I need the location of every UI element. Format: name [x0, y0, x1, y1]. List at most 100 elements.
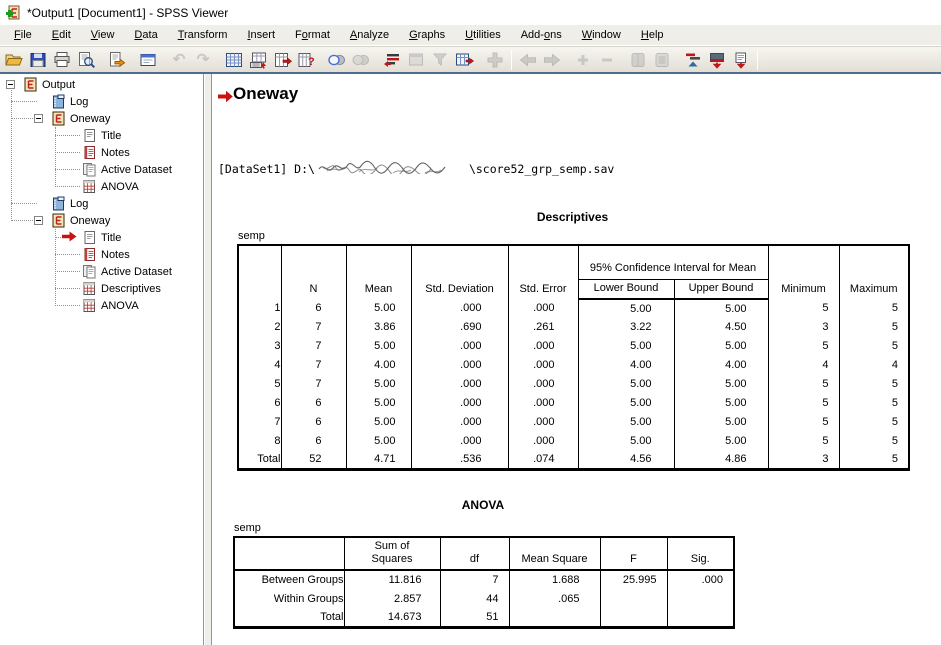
- insert-text-icon[interactable]: [729, 49, 753, 71]
- window-title: *Output1 [Document1] - SPSS Viewer: [27, 6, 228, 20]
- goto-case-icon[interactable]: [246, 49, 270, 71]
- hide-results-icon[interactable]: [650, 49, 674, 71]
- tree-item-active-dataset-2[interactable]: Active Dataset: [0, 263, 203, 280]
- expand-icon[interactable]: [571, 49, 595, 71]
- navigate-left-icon[interactable]: [516, 49, 540, 71]
- col-header-sig: Sig.: [667, 537, 734, 570]
- filter-icon[interactable]: [428, 49, 452, 71]
- menu-addons[interactable]: Add-ons: [511, 26, 572, 44]
- menu-insert[interactable]: Insert: [237, 26, 285, 44]
- tree-item-descriptives[interactable]: Descriptives: [0, 280, 203, 297]
- cell: .000: [508, 413, 578, 432]
- menu-help[interactable]: Help: [631, 26, 674, 44]
- tree-item-log-1[interactable]: Log: [0, 93, 203, 110]
- menu-utilities[interactable]: Utilities: [455, 26, 511, 44]
- descriptives-table[interactable]: N Mean Std. Deviation Std. Error 95% Con…: [237, 244, 910, 471]
- cell: 5.00: [674, 394, 768, 413]
- recall-dialogs-icon[interactable]: [136, 49, 160, 71]
- cell: 5: [768, 337, 839, 356]
- tree-item-anova-1[interactable]: ANOVA: [0, 178, 203, 195]
- open-file-icon[interactable]: [2, 49, 26, 71]
- export-icon[interactable]: [105, 49, 129, 71]
- tree-item-title-2-current[interactable]: Title: [0, 229, 203, 246]
- insert-heading-icon[interactable]: [705, 49, 729, 71]
- menu-window[interactable]: Window: [572, 26, 631, 44]
- table-row: Total 14.673 51: [234, 608, 734, 627]
- cell: 5: [768, 394, 839, 413]
- cell: .000: [667, 570, 734, 589]
- log-icon: [51, 196, 66, 211]
- tree-item-oneway-1[interactable]: Oneway: [0, 110, 203, 127]
- menu-graphs[interactable]: Graphs: [399, 26, 455, 44]
- tree-item-oneway-2[interactable]: Oneway: [0, 212, 203, 229]
- col-header-std-deviation: Std. Deviation: [411, 245, 508, 299]
- toolbar: ↶ ↷ ?: [0, 46, 941, 72]
- dialog-circles-icon[interactable]: [325, 49, 349, 71]
- cell: 5: [839, 432, 909, 451]
- undo-icon[interactable]: ↶: [167, 49, 191, 71]
- cell: 3: [768, 318, 839, 337]
- select-last-output-icon[interactable]: [380, 49, 404, 71]
- output-heading[interactable]: Oneway: [233, 84, 298, 104]
- row-label: 8: [238, 432, 281, 451]
- menu-analyze[interactable]: Analyze: [340, 26, 399, 44]
- anova-table[interactable]: Sum of Squares df Mean Square F Sig. Bet…: [233, 536, 735, 629]
- variables-icon[interactable]: [270, 49, 294, 71]
- tree-item-active-dataset-1[interactable]: Active Dataset: [0, 161, 203, 178]
- goto-data-icon[interactable]: [222, 49, 246, 71]
- collapse-box-icon[interactable]: [34, 114, 43, 123]
- log-icon: [51, 94, 66, 109]
- row-label: Within Groups: [234, 589, 344, 608]
- cell: .000: [508, 299, 578, 318]
- table-row: 6 6 5.00 .000 .000 5.00 5.00 5 5: [238, 394, 909, 413]
- tree-item-log-2[interactable]: Log: [0, 195, 203, 212]
- table-row: 5 7 5.00 .000 .000 5.00 5.00 5 5: [238, 375, 909, 394]
- row-label: Between Groups: [234, 570, 344, 589]
- cell: .000: [411, 375, 508, 394]
- print-icon[interactable]: [50, 49, 74, 71]
- cell: .000: [508, 394, 578, 413]
- designate-window-icon[interactable]: [404, 49, 428, 71]
- title-page-icon: [82, 230, 97, 245]
- find-icon[interactable]: ?: [294, 49, 318, 71]
- menu-file[interactable]: File: [4, 26, 42, 44]
- promote-icon[interactable]: [681, 49, 705, 71]
- cell: 5: [839, 299, 909, 318]
- collapse-icon[interactable]: [595, 49, 619, 71]
- current-item-arrow-icon: [62, 231, 77, 245]
- notes-icon: [82, 247, 97, 262]
- cell: 52: [281, 451, 346, 470]
- tree-item-title-1[interactable]: Title: [0, 127, 203, 144]
- cell: .000: [411, 356, 508, 375]
- pane-splitter[interactable]: [203, 74, 212, 645]
- descriptives-stub-header: [238, 245, 281, 299]
- table-row: 8 6 5.00 .000 .000 5.00 5.00 5 5: [238, 432, 909, 451]
- save-icon[interactable]: [26, 49, 50, 71]
- cell: .536: [411, 451, 508, 470]
- menu-format[interactable]: Format: [285, 26, 340, 44]
- cell: 5.00: [578, 394, 674, 413]
- menu-transform[interactable]: Transform: [168, 26, 238, 44]
- menu-edit[interactable]: Edit: [42, 26, 81, 44]
- navigate-right-icon[interactable]: [540, 49, 564, 71]
- tree-item-notes-1[interactable]: Notes: [0, 144, 203, 161]
- tree-item-anova-2[interactable]: ANOVA: [0, 297, 203, 314]
- redo-icon[interactable]: ↷: [191, 49, 215, 71]
- dataset-path-line[interactable]: [DataSet1] D:\ \score52_grp_semp.sav: [218, 160, 614, 177]
- print-preview-icon[interactable]: [74, 49, 98, 71]
- circles-disabled-icon[interactable]: [349, 49, 373, 71]
- tree-item-notes-2[interactable]: Notes: [0, 246, 203, 263]
- collapse-box-icon[interactable]: [34, 216, 43, 225]
- menu-data[interactable]: Data: [124, 26, 167, 44]
- collapse-box-icon[interactable]: [6, 80, 15, 89]
- col-header-upper-bound: Upper Bound: [674, 279, 768, 299]
- use-sets-icon[interactable]: [452, 49, 476, 71]
- col-header-ci-group: 95% Confidence Interval for Mean: [578, 245, 768, 279]
- cell: [600, 589, 667, 608]
- tree-item-output[interactable]: Output: [0, 76, 203, 93]
- menu-view[interactable]: View: [81, 26, 125, 44]
- show-results-icon[interactable]: [626, 49, 650, 71]
- pivot-table-icon: [82, 179, 97, 194]
- table-row: Within Groups 2.857 44 .065: [234, 589, 734, 608]
- insert-plus-icon[interactable]: [483, 49, 507, 71]
